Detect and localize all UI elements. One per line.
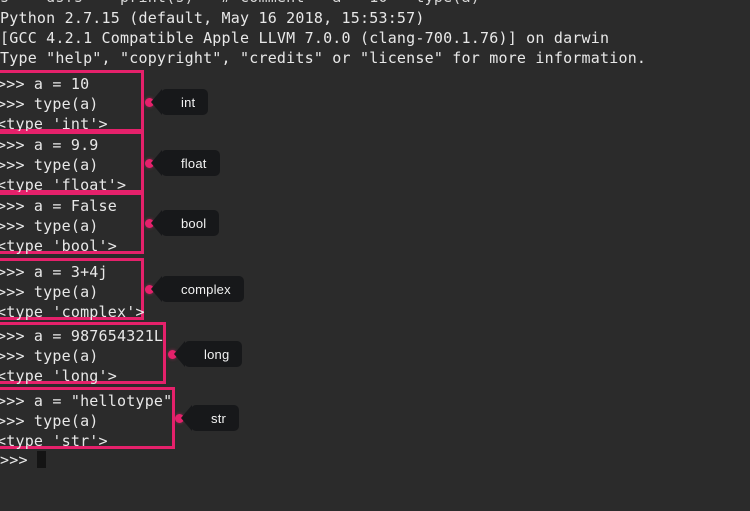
callout-bool[interactable]: bool — [145, 210, 220, 236]
code-highlight-box-float: >>> a = 9.9 >>> type(a) <type 'float'> — [0, 131, 144, 194]
callout-long[interactable]: long — [168, 341, 243, 367]
code-highlight-box-long: >>> a = 987654321L >>> type(a) <type 'lo… — [0, 322, 166, 385]
callout-label-complex: complex — [151, 276, 244, 302]
python-version-line: Python 2.7.15 (default, May 16 2018, 15:… — [0, 9, 425, 27]
code-text-float: >>> a = 9.9 >>> type(a) <type 'float'> — [0, 136, 127, 194]
terminal-window: s = "dsfs" print(s) # comment a = 10 typ… — [0, 0, 750, 511]
code-highlight-box-complex: >>> a = 3+4j >>> type(a) <type 'complex'… — [0, 258, 145, 321]
code-text-str: >>> a = "hellotype" >>> type(a) <type 's… — [0, 392, 173, 450]
code-text-long: >>> a = 987654321L >>> type(a) <type 'lo… — [0, 327, 164, 385]
callout-label-bool: bool — [150, 210, 220, 236]
final-prompt[interactable]: >>> — [0, 450, 28, 470]
code-text-bool: >>> a = False >>> type(a) <type 'bool'> — [0, 197, 117, 255]
callout-str[interactable]: str — [175, 405, 240, 431]
python-compiler-line: [GCC 4.2.1 Compatible Apple LLVM 7.0.0 (… — [0, 29, 610, 47]
code-text-int: >>> a = 10 >>> type(a) <type 'int'> — [0, 75, 108, 133]
python-help-line: Type "help", "copyright", "credits" or "… — [0, 49, 647, 67]
callout-complex[interactable]: complex — [145, 276, 244, 302]
callout-int[interactable]: int — [145, 89, 209, 115]
callout-float[interactable]: float — [145, 150, 220, 176]
callout-label-str: str — [180, 405, 240, 431]
code-highlight-box-str: >>> a = "hellotype" >>> type(a) <type 's… — [0, 387, 175, 450]
code-highlight-box-int: >>> a = 10 >>> type(a) <type 'int'> — [0, 70, 144, 133]
code-highlight-box-bool: >>> a = False >>> type(a) <type 'bool'> — [0, 192, 144, 255]
scrollback-cut-line: s = "dsfs" print(s) # comment a = 10 typ… — [0, 0, 480, 7]
callout-label-float: float — [151, 150, 220, 176]
code-text-complex: >>> a = 3+4j >>> type(a) <type 'complex'… — [0, 263, 145, 321]
text-cursor — [37, 451, 46, 468]
callout-label-long: long — [173, 341, 243, 367]
callout-label-int: int — [150, 89, 209, 115]
